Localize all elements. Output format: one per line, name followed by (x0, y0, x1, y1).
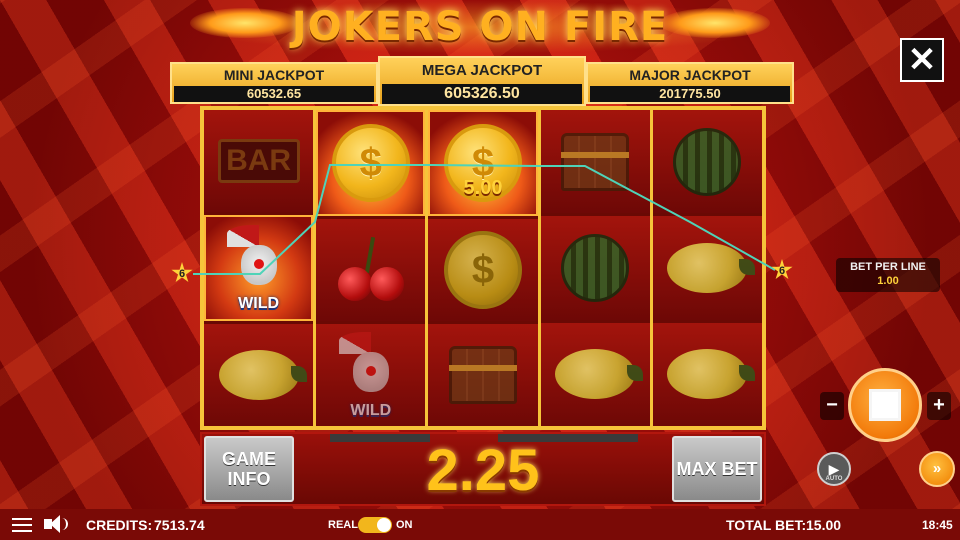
total-bet-label: TOTAL BET: (726, 517, 807, 533)
watermelon-symbol (673, 127, 742, 196)
reel-4 (540, 110, 650, 426)
mega-jackpot: MEGA JACKPOT 605326.50 (378, 56, 586, 106)
game-info-button[interactable]: GAME INFO (204, 436, 294, 502)
cherry-symbol (336, 235, 406, 305)
clock: 18:45 (922, 518, 953, 532)
status-bar: CREDITS: 7513.74 REAL ON TOTAL BET: 15.0… (0, 509, 960, 540)
reel-cell: WILD (316, 324, 426, 426)
speaker-icon[interactable] (44, 515, 70, 535)
reel-cell (204, 324, 314, 426)
game-title-banner: JOKERS ON FIRE (190, 0, 770, 54)
credits-value: 7513.74 (154, 517, 205, 533)
reel-cell (652, 110, 763, 214)
major-jackpot: MAJOR JACKPOT 201775.50 (586, 62, 794, 104)
jester-hat-icon (226, 225, 291, 247)
reel-1: BAR WILD (204, 110, 314, 426)
reel-cell (652, 216, 763, 320)
reel-cell (428, 324, 538, 426)
turbo-button[interactable]: » (919, 451, 955, 487)
watermelon-symbol (561, 233, 630, 302)
major-jackpot-value: 201775.50 (590, 86, 790, 102)
joker-face-icon (240, 245, 277, 285)
treasure-chest-symbol (449, 346, 517, 404)
reel-cell: WILD (204, 215, 314, 321)
hamburger-menu-icon[interactable] (12, 518, 32, 532)
win-panel: GAME INFO 2.25 MAX BET (200, 432, 766, 506)
flame-decoration-left (190, 8, 300, 38)
reel-cell: $ 5.00 (428, 110, 538, 216)
flame-decoration-right (660, 8, 770, 38)
mini-jackpot-label: MINI JACKPOT (223, 67, 325, 83)
real-mode-label: REAL (328, 519, 358, 531)
close-button[interactable]: ✕ (900, 38, 944, 82)
wild-label: WILD (238, 295, 280, 312)
dollar-coin-symbol: $ (444, 231, 522, 309)
reel-cell (316, 219, 426, 321)
mega-jackpot-value: 605326.50 (382, 84, 582, 104)
wild-label: WILD (350, 402, 392, 419)
major-jackpot-label: MAJOR JACKPOT (629, 67, 751, 83)
reel-cell: $ (428, 219, 538, 321)
bet-per-line-display: BET PER LINE 1.00 (836, 258, 940, 292)
reel-cell (540, 322, 650, 426)
lemon-symbol (667, 349, 756, 400)
reel-5 (652, 110, 763, 426)
real-mode-toggle[interactable] (358, 517, 392, 533)
bar-symbol: BAR (217, 139, 300, 183)
mini-jackpot: MINI JACKPOT 60532.65 (170, 62, 378, 104)
bet-per-line-value: 1.00 (877, 275, 899, 287)
reel-cell: $ (316, 110, 426, 216)
toggle-knob (377, 518, 391, 532)
reel-cell (540, 216, 650, 320)
stop-square-icon (869, 389, 901, 421)
autoplay-label: AUTO (825, 476, 843, 482)
mini-jackpot-value: 60532.65 (174, 86, 374, 102)
increase-bet-button[interactable]: + (927, 392, 951, 420)
lemon-symbol (555, 349, 644, 400)
reel-cell: BAR (204, 110, 314, 212)
reel-cell (540, 110, 650, 214)
reel-cell (652, 322, 763, 426)
fast-forward-icon: » (932, 460, 942, 477)
reel-grid: BAR WILD $ WILD $ 5.00 $ (200, 106, 766, 430)
max-bet-button[interactable]: MAX BET (672, 436, 762, 502)
close-icon: ✕ (907, 41, 937, 79)
jester-hat-icon (338, 332, 403, 354)
reel-2: $ WILD (316, 110, 426, 426)
total-bet-value: 15.00 (806, 517, 842, 533)
joker-wild-symbol: WILD (331, 330, 411, 420)
reel-3: $ 5.00 $ (428, 110, 538, 426)
coin-prize-value: 5.00 (463, 177, 503, 199)
mega-jackpot-label: MEGA JACKPOT (421, 62, 543, 79)
win-amount: 2.25 (426, 438, 540, 503)
joker-face-icon (352, 352, 389, 392)
game-title: JOKERS ON FIRE (291, 4, 669, 50)
dollar-coin-symbol: $ (331, 124, 410, 202)
bet-per-line-label: BET PER LINE (850, 261, 926, 273)
lemon-symbol (667, 242, 756, 293)
credits-label: CREDITS: (86, 517, 153, 533)
treasure-chest-symbol (561, 132, 630, 191)
joker-wild-symbol: WILD (219, 223, 299, 313)
play-icon: ▶ (828, 461, 840, 477)
real-mode-on-label: ON (396, 519, 413, 531)
lemon-symbol (218, 350, 307, 400)
spin-button[interactable] (848, 368, 922, 442)
decrease-bet-button[interactable]: − (820, 392, 844, 420)
